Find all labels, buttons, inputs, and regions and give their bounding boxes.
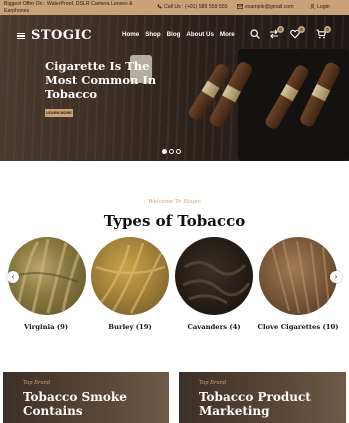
site-logo[interactable]: STOGIC (31, 28, 92, 43)
promo-card-tag: Top Brand (23, 380, 51, 386)
clove-cigarettes-image[interactable] (259, 237, 337, 315)
login-link[interactable]: Login (310, 4, 330, 10)
promo-card-title: Tobacco Smoke Contains (23, 390, 127, 418)
section-title: Types of Tobacco (103, 212, 246, 230)
carousel-prev-button[interactable]: ‹ (7, 271, 19, 283)
top-bar: Biggest Offer On : WaterProof, DSLR Came… (0, 0, 349, 15)
email-link[interactable]: example@gmail.com (237, 4, 294, 10)
burley-image[interactable] (91, 237, 169, 315)
promo-card[interactable]: Top Brand Tobacco Smoke Contains (3, 372, 169, 423)
menu-more[interactable]: More (220, 31, 235, 38)
mail-icon (237, 4, 243, 10)
cart-count-badge: 0 (324, 26, 331, 33)
menu-home[interactable]: Home (122, 31, 139, 38)
menu-shop[interactable]: Shop (145, 31, 160, 38)
search-icon[interactable] (250, 29, 260, 39)
hero-title: Cigarette Is The Most Common In Tobacco (45, 59, 157, 101)
phone-icon (157, 4, 162, 9)
slider-dot[interactable] (169, 149, 174, 154)
category-label[interactable]: Clove Cigarettes (10) (253, 323, 343, 331)
promo-card-title: Tobacco Product Marketing (199, 390, 311, 418)
category-label[interactable]: Burley (19) (85, 323, 175, 331)
section-subtitle: Welcome To Stogic (148, 199, 201, 205)
slider-dot[interactable] (162, 149, 167, 154)
slider-dots (162, 149, 181, 154)
virginia-image[interactable] (8, 237, 86, 315)
main-header: STOGIC Home Shop Blog About Us More 0 0 … (0, 15, 349, 55)
offer-text: Biggest Offer On : WaterProof, DSLR Came… (4, 1, 133, 14)
promo-card[interactable]: Top Brand Tobacco Product Marketing (179, 372, 346, 423)
email-text: example@gmail.com (245, 4, 294, 10)
promo-card-tag: Top Brand (199, 380, 227, 386)
category-label[interactable]: Virginia (9) (1, 323, 91, 331)
main-menu: Home Shop Blog About Us More (122, 31, 235, 38)
cavanders-image[interactable] (175, 237, 253, 315)
menu-about-us[interactable]: About Us (186, 31, 214, 38)
category-label[interactable]: Cavanders (4) (169, 323, 259, 331)
learn-more-button[interactable]: LEARN MORE (45, 109, 73, 117)
user-icon (310, 4, 315, 10)
menu-blog[interactable]: Blog (167, 31, 181, 38)
compare-count-badge: 0 (277, 26, 284, 33)
call-us[interactable]: Call Us : (+01) 589 559 555 (157, 4, 228, 10)
slider-dot[interactable] (176, 149, 181, 154)
call-us-text: Call Us : (+01) 589 559 555 (164, 4, 228, 10)
carousel-next-button[interactable]: › (330, 271, 342, 283)
login-text: Login (317, 4, 330, 10)
wishlist-count-badge: 0 (298, 26, 305, 33)
header-icons: 0 0 0 (250, 26, 331, 43)
menu-icon[interactable] (17, 33, 25, 40)
